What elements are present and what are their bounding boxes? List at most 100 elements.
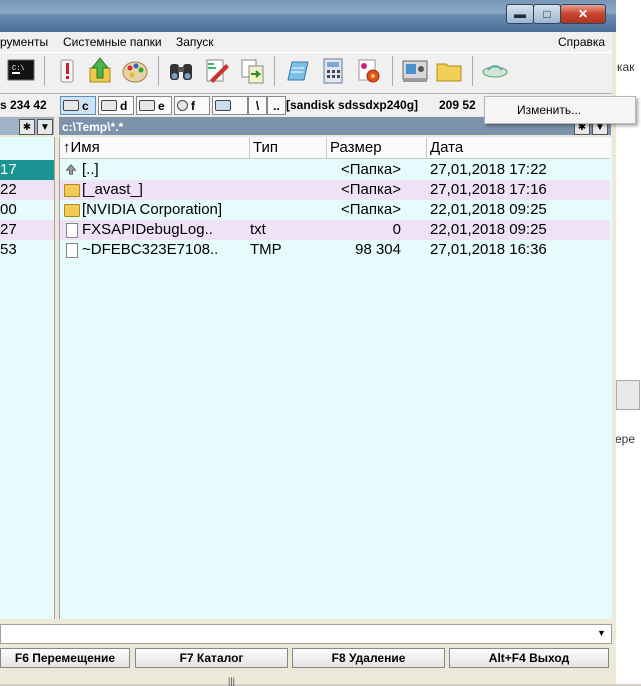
control-panel-icon[interactable] xyxy=(400,56,430,86)
up-arrow-icon xyxy=(65,164,77,175)
file-date: 27,01,2018 16:36 xyxy=(430,241,547,258)
left-panel-row[interactable]: 27 xyxy=(0,220,54,240)
file-name: [..] xyxy=(82,161,99,178)
folder-icon[interactable] xyxy=(434,56,464,86)
close-button[interactable]: ✕ xyxy=(560,4,606,24)
minimize-button[interactable]: ▬ xyxy=(506,4,534,24)
file-date: 22,01,2018 09:25 xyxy=(430,201,547,218)
left-row-date: 27 xyxy=(0,221,17,238)
left-panel-row[interactable]: 22 xyxy=(0,180,54,200)
file-size: <Папка> xyxy=(341,161,401,178)
terminal-icon[interactable]: C:\ xyxy=(6,56,36,86)
toolbar-separator xyxy=(392,56,393,86)
f7-mkdir-button[interactable]: F7 Каталог xyxy=(135,648,288,668)
file-name: ~DFEBC323E7108.. xyxy=(82,241,219,258)
left-panel-row[interactable]: 17 xyxy=(0,160,54,180)
network-drive-icon xyxy=(215,100,231,111)
file-type: TMP xyxy=(250,241,282,258)
menu-launch[interactable]: Запуск xyxy=(176,35,214,49)
right-free-space: 209 52 xyxy=(439,98,476,112)
network-icon[interactable] xyxy=(480,56,510,86)
drive-icon xyxy=(101,100,117,111)
column-header-size[interactable]: Размер xyxy=(327,138,427,158)
network-drive-button[interactable] xyxy=(212,96,248,115)
file-date: 27,01,2018 17:16 xyxy=(430,181,547,198)
calculator-icon[interactable] xyxy=(318,56,348,86)
file-row[interactable]: FXSAPIDebugLog.. txt 0 22,01,2018 09:25 xyxy=(60,220,610,240)
toolbar-separator xyxy=(158,56,159,86)
column-header-type[interactable]: Тип xyxy=(250,138,327,158)
left-row-date: 17 xyxy=(0,161,17,178)
drive-icon xyxy=(139,100,155,111)
cd-drive-icon xyxy=(177,100,188,111)
edit-file-icon[interactable] xyxy=(202,56,232,86)
current-path: c:\Temp\*.* xyxy=(62,120,124,134)
image-icon xyxy=(616,380,640,410)
maximize-button[interactable]: □ xyxy=(533,4,561,24)
f8-delete-button[interactable]: F8 Удаление xyxy=(292,648,445,668)
file-date: 22,01,2018 09:25 xyxy=(430,221,547,238)
command-history-dropdown[interactable]: ▼ xyxy=(597,628,606,638)
folder-icon xyxy=(64,184,80,197)
parent-dir-button[interactable]: .. xyxy=(267,96,286,115)
left-free-space: s 234 42 xyxy=(0,98,47,112)
file-type: txt xyxy=(250,221,266,238)
folder-up-icon[interactable] xyxy=(86,56,116,86)
file-icon xyxy=(66,243,78,258)
popup-item-edit[interactable]: Изменить... xyxy=(517,103,581,117)
left-row-date: 53 xyxy=(0,241,17,258)
file-size: 98 304 xyxy=(355,241,401,258)
file-name: FXSAPIDebugLog.. xyxy=(82,221,213,238)
drive-e-button[interactable]: e xyxy=(136,96,172,115)
drive-c-button[interactable]: c xyxy=(60,96,96,115)
file-row[interactable]: [_avast_] <Папка> 27,01,2018 17:16 xyxy=(60,180,610,200)
background-window-text: ере xyxy=(615,432,636,446)
drive-f-button[interactable]: f xyxy=(174,96,210,115)
file-row[interactable]: [NVIDIA Corporation] <Папка> 22,01,2018 … xyxy=(60,200,610,220)
drive-letter: c xyxy=(82,98,89,113)
drive-icon xyxy=(63,100,79,111)
column-header-date[interactable]: Дата xyxy=(427,138,610,158)
background-window-text: как xyxy=(617,60,635,74)
column-header-name[interactable]: ↑Имя xyxy=(60,138,250,158)
volume-label: [sandisk sdssdxp240g] xyxy=(286,98,419,112)
left-history-dropdown[interactable]: ▼ xyxy=(37,119,53,135)
file-icon xyxy=(66,223,78,238)
drive-d-button[interactable]: d xyxy=(98,96,134,115)
left-star-button[interactable]: ✱ xyxy=(19,119,35,135)
settings-file-icon[interactable] xyxy=(354,56,384,86)
file-size: <Папка> xyxy=(341,181,401,198)
drive-letter: e xyxy=(158,98,165,113)
svg-text:C:\: C:\ xyxy=(12,65,25,73)
file-row[interactable]: [..] <Папка> 27,01,2018 17:22 xyxy=(60,160,610,180)
toolbar-separator xyxy=(44,56,45,86)
left-panel-row[interactable]: 00 xyxy=(0,200,54,220)
binoculars-icon[interactable] xyxy=(166,56,196,86)
file-size: 0 xyxy=(392,221,401,238)
root-button[interactable]: \ xyxy=(248,96,267,115)
file-size: <Папка> xyxy=(341,201,401,218)
left-panel-row[interactable]: 53 xyxy=(0,240,54,260)
folder-icon xyxy=(64,204,80,217)
notepad-icon[interactable] xyxy=(282,56,312,86)
menu-help[interactable]: Справка xyxy=(558,35,605,49)
toolbar-separator xyxy=(472,56,473,86)
altf4-exit-button[interactable]: Alt+F4 Выход xyxy=(449,648,609,668)
resize-grip[interactable]: ||| xyxy=(228,676,235,686)
alert-icon[interactable] xyxy=(52,56,82,86)
copy-files-icon[interactable] xyxy=(238,56,268,86)
drive-letter: f xyxy=(191,98,195,113)
toolbar-separator xyxy=(274,56,275,86)
menu-system-folders[interactable]: Системные папки xyxy=(63,35,162,49)
f6-move-button[interactable]: F6 Перемещение xyxy=(0,648,130,668)
file-name: [_avast_] xyxy=(82,181,143,198)
left-row-date: 00 xyxy=(0,201,17,218)
drive-letter: d xyxy=(120,98,128,113)
left-row-date: 22 xyxy=(0,181,17,198)
file-name: [NVIDIA Corporation] xyxy=(82,201,223,218)
command-line-input[interactable] xyxy=(0,624,612,644)
file-date: 27,01,2018 17:22 xyxy=(430,161,547,178)
palette-icon[interactable] xyxy=(120,56,150,86)
file-row[interactable]: ~DFEBC323E7108.. TMP 98 304 27,01,2018 1… xyxy=(60,240,610,260)
menu-tools[interactable]: рументы xyxy=(0,35,48,49)
